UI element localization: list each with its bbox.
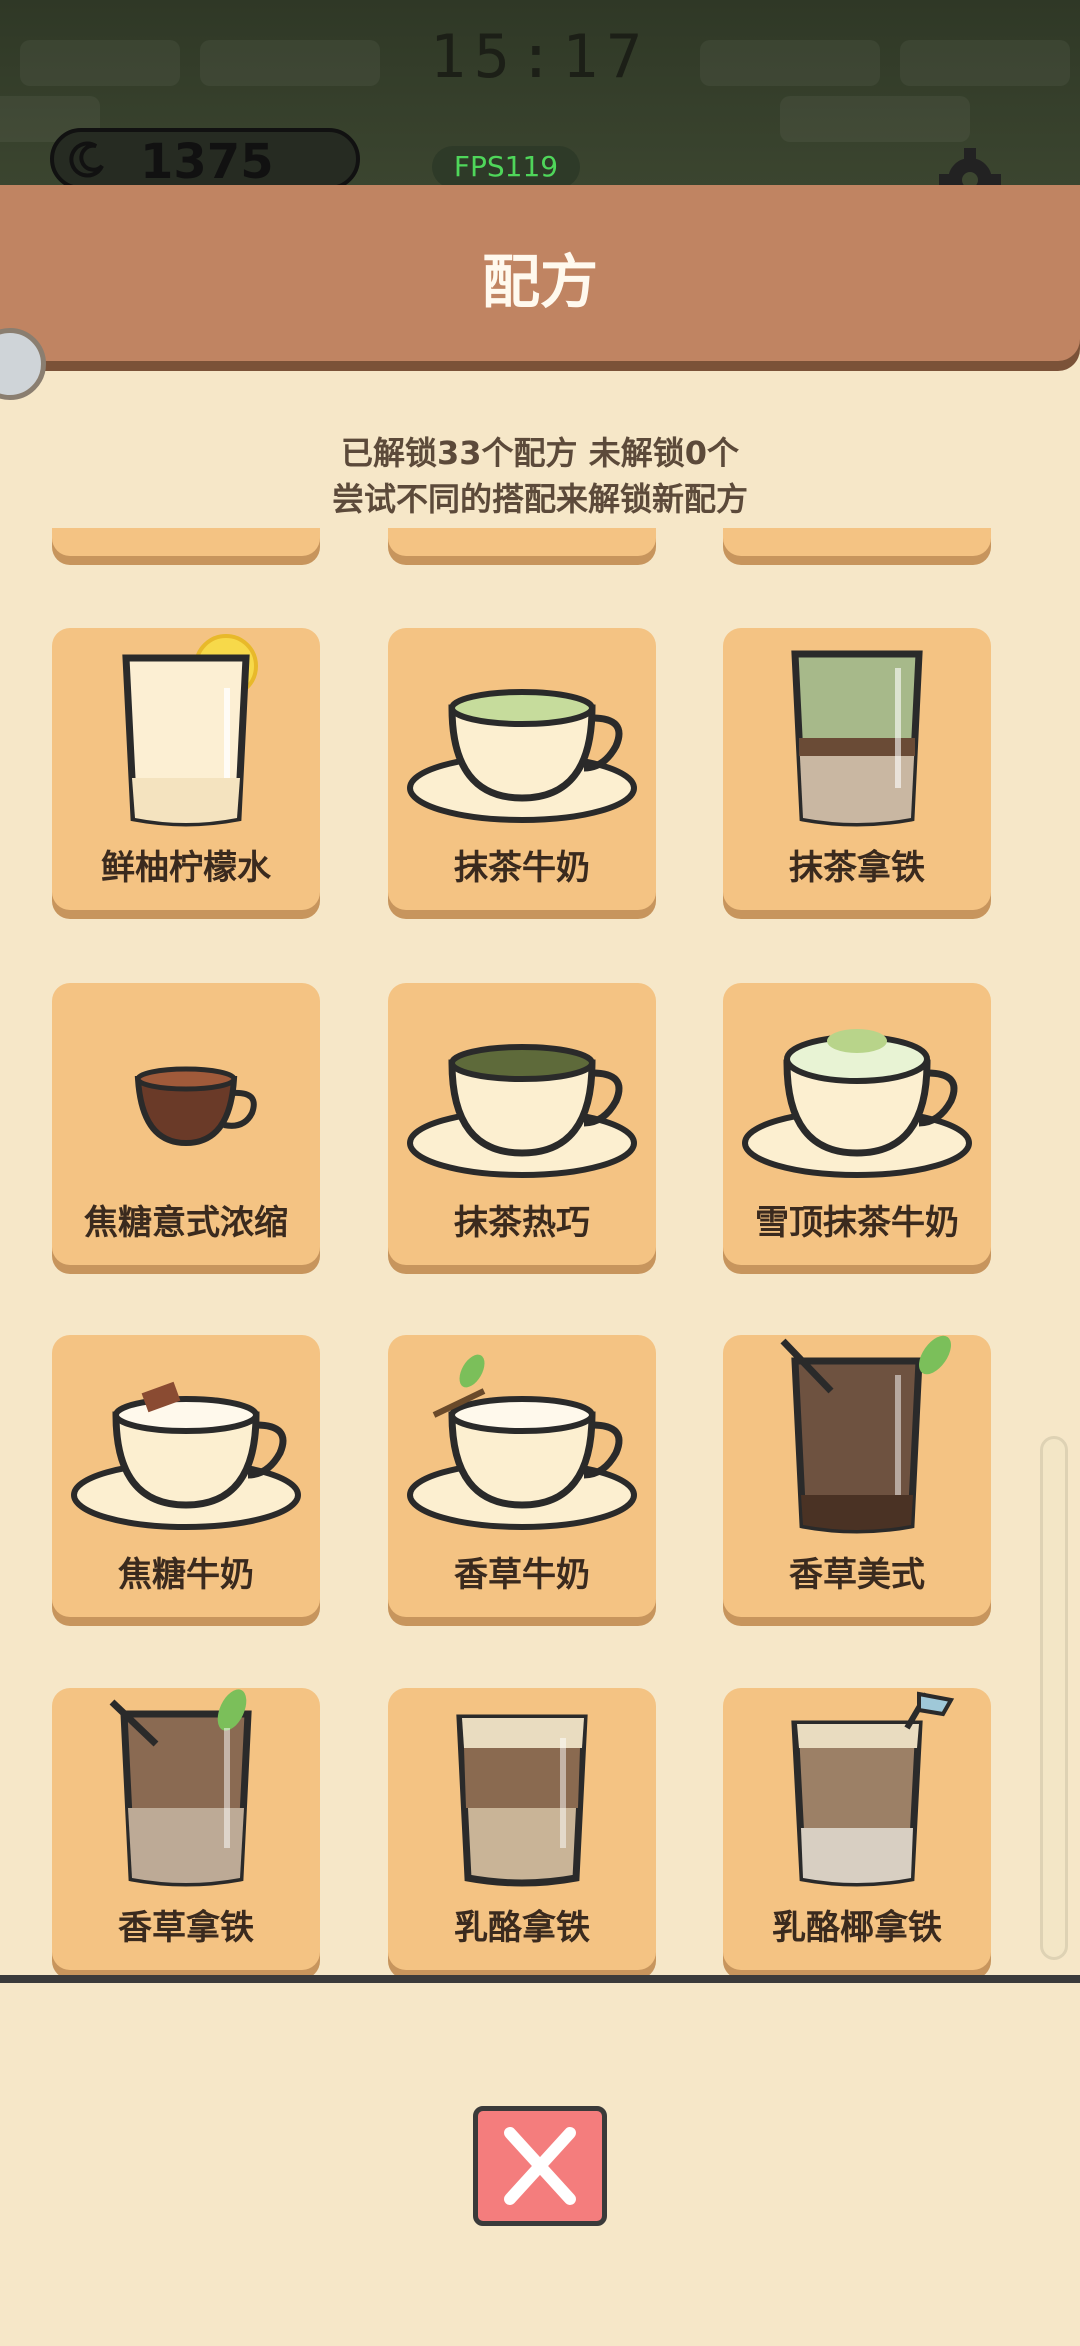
unlock-summary: 已解锁33个配方 未解锁0个 — [341, 434, 739, 472]
recipe-card-partial — [723, 528, 991, 556]
vanilla-milk-cup-icon — [407, 1354, 637, 1530]
vanilla-americano-glass-icon — [780, 1335, 951, 1534]
recipe-panel-header: 配方 — [0, 185, 1080, 361]
recipe-card[interactable]: 香草美式 — [723, 1335, 991, 1617]
recipe-name: 雪顶抹茶牛奶 — [755, 1203, 959, 1243]
caramel-milk-cup-icon — [71, 1381, 301, 1530]
coin-count: 1375 — [140, 134, 274, 190]
close-x-icon — [504, 2127, 576, 2205]
matcha-hot-chocolate-cup-icon — [407, 1044, 637, 1178]
recipe-card[interactable]: 焦糖意式浓缩 — [52, 983, 320, 1265]
page-title: 配方 — [481, 248, 598, 316]
recipe-name: 焦糖意式浓缩 — [84, 1203, 288, 1243]
recipe-card[interactable]: 香草拿铁 — [52, 1688, 320, 1970]
matcha-latte-glass-icon — [791, 650, 923, 827]
recipe-name: 抹茶牛奶 — [454, 848, 590, 888]
clock-display: 15:17 — [429, 22, 651, 92]
recipe-card[interactable]: 乳酪拿铁 — [388, 1688, 656, 1970]
recipe-name: 乳酪拿铁 — [454, 1908, 590, 1948]
recipe-name: 香草美式 — [789, 1555, 925, 1595]
vanilla-latte-glass-icon — [109, 1689, 252, 1887]
fps-counter: FPS119 — [432, 146, 580, 188]
cheese-latte-glass-icon — [456, 1714, 588, 1887]
unlock-hint: 尝试不同的搭配来解锁新配方 — [331, 480, 748, 518]
game-status-bar: 15:17 1375 FPS119 — [0, 0, 1080, 200]
matcha-milk-cup-icon — [407, 689, 637, 823]
recipe-name: 乳酪椰拿铁 — [772, 1908, 942, 1948]
coin-counter: 1375 — [50, 128, 360, 190]
recipe-card-partial — [388, 528, 656, 556]
scrollbar[interactable] — [1040, 1436, 1068, 1960]
caramel-espresso-cup-icon — [134, 1066, 257, 1147]
moon-coin-icon — [69, 141, 104, 178]
recipe-name: 抹茶拿铁 — [789, 848, 925, 888]
recipe-grid[interactable]: 鲜柚柠檬水 抹茶牛奶 抹茶拿铁 焦糖意式浓缩 抹茶热巧 雪顶抹茶牛奶 焦糖牛奶 … — [0, 528, 1080, 1975]
recipe-name: 香草牛奶 — [454, 1555, 590, 1595]
recipe-name: 香草拿铁 — [118, 1908, 254, 1948]
recipe-card[interactable]: 抹茶热巧 — [388, 983, 656, 1265]
cheese-coconut-latte-glass-icon — [791, 1691, 955, 1887]
recipe-card[interactable]: 焦糖牛奶 — [52, 1335, 320, 1617]
close-button[interactable] — [473, 2106, 607, 2226]
recipe-card[interactable]: 鲜柚柠檬水 — [52, 628, 320, 910]
recipe-card[interactable]: 乳酪椰拿铁 — [723, 1688, 991, 1970]
recipe-name: 鲜柚柠檬水 — [101, 848, 271, 888]
recipe-card[interactable]: 香草牛奶 — [388, 1335, 656, 1617]
recipe-name: 抹茶热巧 — [454, 1203, 590, 1243]
snow-top-matcha-milk-cup-icon — [742, 1029, 972, 1178]
recipe-name: 焦糖牛奶 — [118, 1555, 254, 1595]
grapefruit-lemonade-icon — [122, 634, 258, 827]
recipe-card[interactable]: 抹茶拿铁 — [723, 628, 991, 910]
recipe-card-partial — [52, 528, 320, 556]
recipe-card[interactable]: 抹茶牛奶 — [388, 628, 656, 910]
recipe-card[interactable]: 雪顶抹茶牛奶 — [723, 983, 991, 1265]
